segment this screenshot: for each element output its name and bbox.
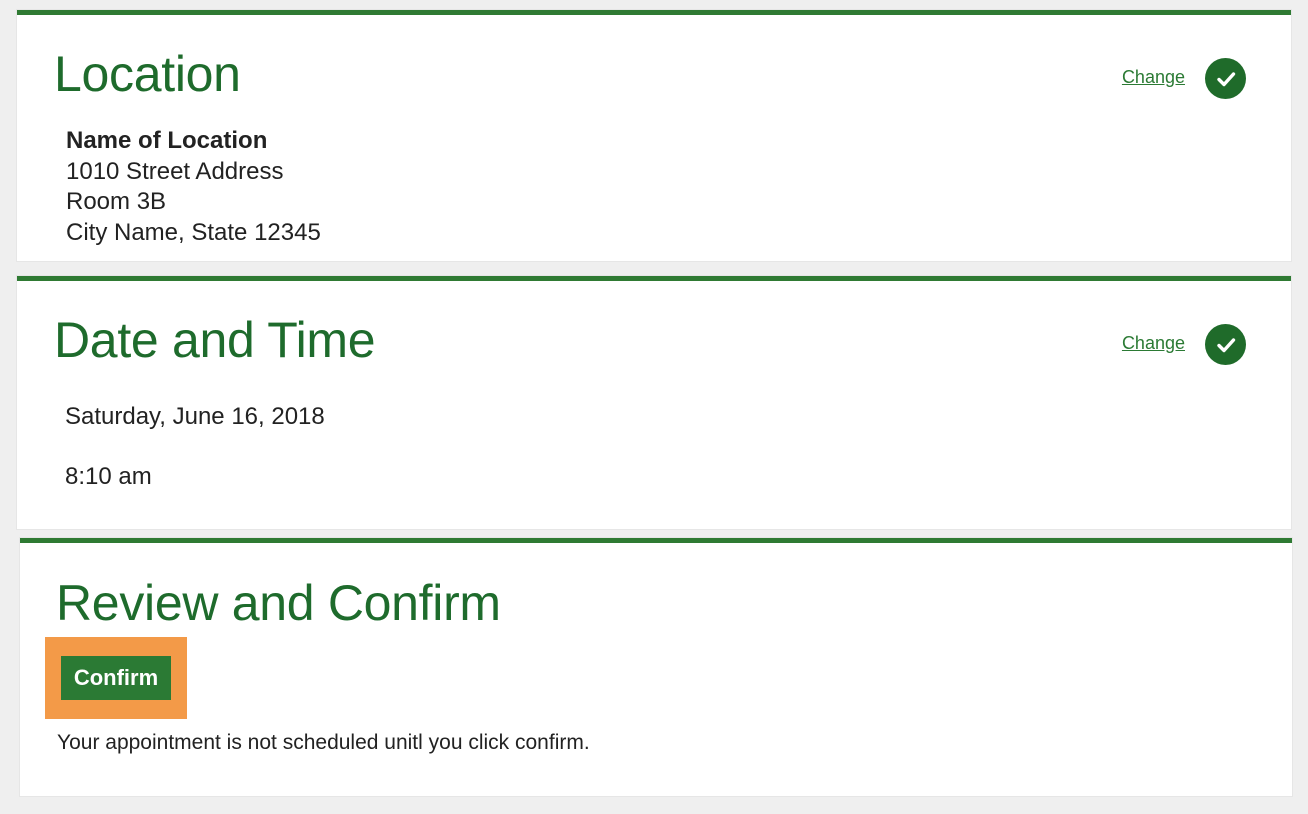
location-room: Room 3B <box>66 188 167 215</box>
date-time-card: Date and Time Change Saturday, June 16, … <box>17 276 1291 529</box>
check-circle-icon <box>1205 58 1246 99</box>
location-street: 1010 Street Address <box>66 157 284 185</box>
change-date-time-link[interactable]: Change <box>1122 333 1185 354</box>
location-address: Name of Location 1010 Street Address Roo… <box>66 126 321 248</box>
location-city: City Name, State 12345 <box>66 218 321 246</box>
location-card: Location Change Name of Location 1010 St… <box>17 10 1291 261</box>
change-location-link[interactable]: Change <box>1122 67 1185 88</box>
review-confirm-title: Review and Confirm <box>56 575 501 631</box>
location-title: Location <box>54 46 241 102</box>
location-name: Name of Location <box>66 127 268 154</box>
check-circle-icon <box>1205 324 1246 365</box>
date-time-title: Date and Time <box>54 312 376 368</box>
appointment-time: 8:10 am <box>65 463 152 490</box>
confirm-button[interactable]: Confirm <box>61 656 171 700</box>
confirm-note: Your appointment is not scheduled unitl … <box>57 731 590 754</box>
confirm-highlight: Confirm <box>45 637 187 719</box>
appointment-date: Saturday, June 16, 2018 <box>65 403 325 430</box>
review-confirm-card: Review and Confirm Confirm Your appointm… <box>20 538 1292 796</box>
